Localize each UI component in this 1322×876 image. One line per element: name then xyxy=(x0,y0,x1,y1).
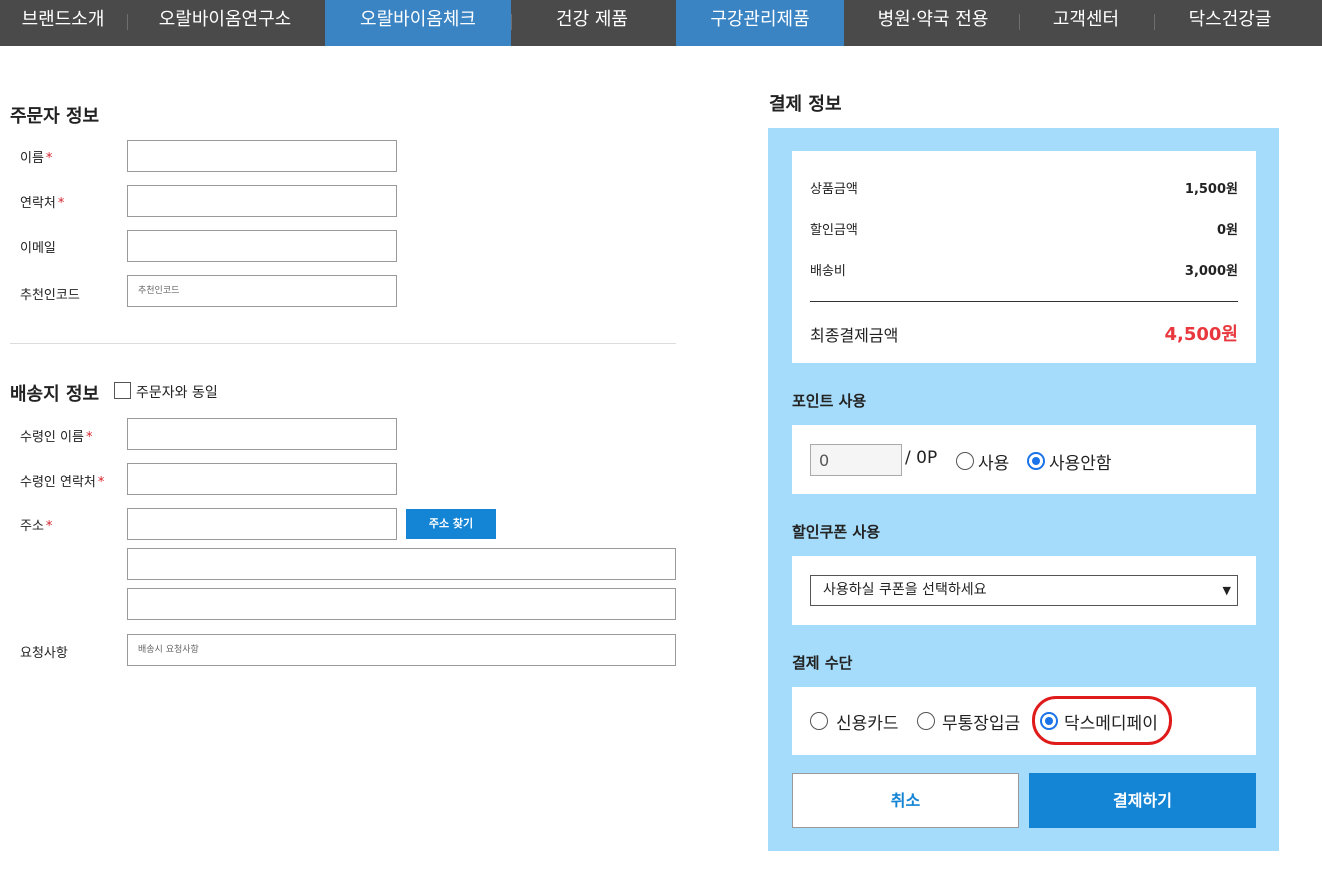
recipient-name-label: 수령인 이름 * xyxy=(20,430,93,445)
address-search-button[interactable]: 주소 찾기 xyxy=(406,509,496,539)
bank-transfer-label[interactable]: 무통장입금 xyxy=(942,709,1020,734)
product-amount-value: 1,500원 xyxy=(1184,182,1238,197)
required-mark: * xyxy=(85,430,93,445)
email-input[interactable] xyxy=(127,230,397,262)
points-input[interactable] xyxy=(810,444,902,476)
nav-item-health-products[interactable]: 건강 제품 xyxy=(520,0,664,46)
name-label: 이름 * xyxy=(20,151,53,166)
referral-code-label: 추천인코드 xyxy=(20,288,80,303)
discount-amount-label: 할인금액 xyxy=(810,223,858,238)
credit-card-radio[interactable] xyxy=(810,712,828,730)
referral-code-input[interactable] xyxy=(127,275,397,307)
points-no-use-radio[interactable] xyxy=(1027,452,1045,470)
shipping-fee-label: 배송비 xyxy=(810,264,846,279)
nav-item-biome-check[interactable]: 오랄바이옴체크 xyxy=(325,0,511,46)
final-amount-label: 최종결제금액 xyxy=(810,326,899,345)
phone-input[interactable] xyxy=(127,185,397,217)
phone-label: 연락처 * xyxy=(20,196,65,211)
zipcode-input[interactable] xyxy=(127,508,397,540)
request-input[interactable] xyxy=(127,634,676,666)
name-input[interactable] xyxy=(127,140,397,172)
orderer-section-title: 주문자 정보 xyxy=(10,106,100,127)
address-line2-input[interactable] xyxy=(127,588,676,620)
recipient-phone-label: 수령인 연락처 * xyxy=(20,475,105,490)
recipient-phone-input[interactable] xyxy=(127,463,397,495)
credit-card-label[interactable]: 신용카드 xyxy=(836,709,899,734)
coupon-selected-value: 사용하실 쿠폰을 선택하세요 xyxy=(823,582,987,598)
nav-item-research[interactable]: 오랄바이옴연구소 xyxy=(140,0,310,46)
recipient-name-input[interactable] xyxy=(127,418,397,450)
points-section-title: 포인트 사용 xyxy=(792,392,867,410)
same-as-orderer-checkbox[interactable] xyxy=(114,382,131,399)
points-max: / 0P xyxy=(905,448,938,468)
pay-button[interactable]: 결제하기 xyxy=(1029,773,1256,828)
email-label: 이메일 xyxy=(20,241,56,256)
doxmedipay-radio[interactable] xyxy=(1040,712,1058,730)
required-mark: * xyxy=(45,519,53,534)
nav-item-oral-care-products[interactable]: 구강관리제품 xyxy=(676,0,844,46)
nav-separator xyxy=(1019,14,1020,30)
discount-amount-value: 0원 xyxy=(1216,223,1238,238)
nav-item-customer-center[interactable]: 고객센터 xyxy=(1030,0,1142,46)
shipping-section-title: 배송지 정보 xyxy=(10,384,100,405)
nav-separator xyxy=(127,14,128,30)
points-use-radio[interactable] xyxy=(956,452,974,470)
required-mark: * xyxy=(45,151,53,166)
nav-separator xyxy=(511,14,512,30)
payment-section-title: 결제 정보 xyxy=(769,94,842,115)
product-amount-label: 상품금액 xyxy=(810,182,858,197)
summary-divider xyxy=(810,301,1238,302)
top-navigation: 브랜드소개 오랄바이옴연구소 오랄바이옴체크 건강 제품 구강관리제품 병원·약… xyxy=(0,0,1322,46)
payment-method-section-title: 결제 수단 xyxy=(792,654,853,672)
nav-item-hospital-pharmacy[interactable]: 병원·약국 전용 xyxy=(858,0,1008,46)
cancel-button[interactable]: 취소 xyxy=(792,773,1019,828)
same-as-orderer-label[interactable]: 주문자와 동일 xyxy=(136,382,218,402)
nav-item-dox-health[interactable]: 닥스건강글 xyxy=(1170,0,1290,46)
final-amount-value: 4,500원 xyxy=(1164,324,1239,345)
required-mark: * xyxy=(97,475,105,490)
nav-separator xyxy=(1154,14,1155,30)
points-no-use-label[interactable]: 사용안함 xyxy=(1049,449,1112,474)
address-label: 주소 * xyxy=(20,519,53,534)
coupon-select[interactable]: 사용하실 쿠폰을 선택하세요 ▼ xyxy=(810,575,1238,606)
doxmedipay-label[interactable]: 닥스메디페이 xyxy=(1064,709,1158,734)
chevron-down-icon: ▼ xyxy=(1222,584,1231,597)
required-mark: * xyxy=(57,196,65,211)
coupon-section-title: 할인쿠폰 사용 xyxy=(792,523,881,541)
address-line1-input[interactable] xyxy=(127,548,676,580)
nav-item-brand[interactable]: 브랜드소개 xyxy=(0,0,126,46)
section-divider xyxy=(10,343,676,344)
request-label: 요청사항 xyxy=(20,646,68,661)
shipping-fee-value: 3,000원 xyxy=(1184,264,1238,279)
points-use-label[interactable]: 사용 xyxy=(978,449,1009,474)
bank-transfer-radio[interactable] xyxy=(917,712,935,730)
